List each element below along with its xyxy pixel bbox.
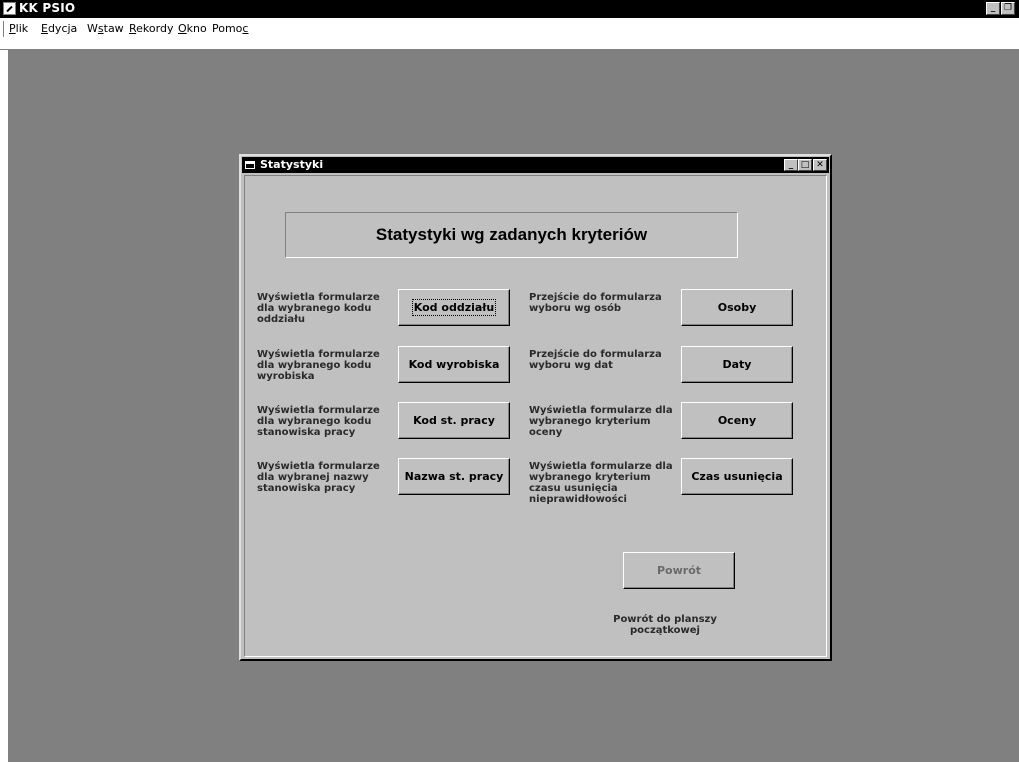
desc-daty: Przejście do formularza wyboru wg dat xyxy=(529,349,662,371)
nazwa-st-pracy-button[interactable]: Nazwa st. pracy xyxy=(398,458,510,495)
kod-wyrobiska-button[interactable]: Kod wyrobiska xyxy=(398,346,510,383)
desc-kod-st-pracy: Wyświetla formularze dla wybranego kodu … xyxy=(257,405,380,438)
app-titlebar: KK PSIO _ ❐ xyxy=(0,0,1019,18)
menu-bar: Plik Edycja Wstaw Rekordy Okno Pomoc xyxy=(0,18,1019,50)
desc-oceny: Wyświetla formularze dla wybranego kryte… xyxy=(529,405,673,438)
workspace-edge xyxy=(0,50,8,762)
close-icon[interactable]: ✕ xyxy=(813,159,827,171)
kod-oddzialu-button[interactable]: Kod oddziału xyxy=(398,289,510,326)
powrot-caption: Powrót do planszy początkowej xyxy=(613,614,717,636)
minimize-icon[interactable]: _ xyxy=(986,2,1000,15)
czas-usuniecia-button[interactable]: Czas usunięcia xyxy=(681,458,793,495)
kod-st-pracy-button[interactable]: Kod st. pracy xyxy=(398,402,510,439)
page-heading: Statystyki wg zadanych kryteriów xyxy=(285,212,738,258)
menu-rekordy[interactable]: Rekordy xyxy=(129,22,173,35)
desc-kod-wyrobiska: Wyświetla formularze dla wybranego kodu … xyxy=(257,349,380,382)
desc-nazwa-st-pracy: Wyświetla formularze dla wybranej nazwy … xyxy=(257,461,380,494)
app-title: KK PSIO xyxy=(19,1,76,15)
menu-plik[interactable]: Plik xyxy=(9,22,28,35)
dialog-titlebar[interactable]: Statystyki _ □ ✕ xyxy=(242,157,829,173)
menu-grip[interactable] xyxy=(3,21,7,37)
dialog-title: Statystyki xyxy=(260,158,324,171)
dialog-body: Statystyki wg zadanych kryteriów Wyświet… xyxy=(244,175,827,657)
statystyki-window: Statystyki _ □ ✕ Statystyki wg zadanych … xyxy=(239,154,832,661)
desc-czas-usuniecia: Wyświetla formularze dla wybranego kryte… xyxy=(529,461,673,505)
menu-pomoc[interactable]: Pomoc xyxy=(212,22,248,35)
desc-kod-oddzialu: Wyświetla formularze dla wybranego kodu … xyxy=(257,292,380,325)
minimize-icon[interactable]: _ xyxy=(784,159,798,171)
desc-osoby: Przejście do formularza wyboru wg osób xyxy=(529,292,662,314)
menu-edycja[interactable]: Edycja xyxy=(41,22,77,35)
maximize-icon[interactable]: □ xyxy=(798,159,812,171)
restore-icon[interactable]: ❐ xyxy=(1001,2,1015,15)
osoby-button[interactable]: Osoby xyxy=(681,289,793,326)
daty-button[interactable]: Daty xyxy=(681,346,793,383)
menu-wstaw[interactable]: Wstaw xyxy=(87,22,124,35)
powrot-button[interactable]: Powrót xyxy=(623,552,735,589)
form-icon[interactable] xyxy=(245,161,255,169)
menu-okno[interactable]: Okno xyxy=(178,22,207,35)
oceny-button[interactable]: Oceny xyxy=(681,402,793,439)
pen-icon[interactable] xyxy=(3,2,16,15)
